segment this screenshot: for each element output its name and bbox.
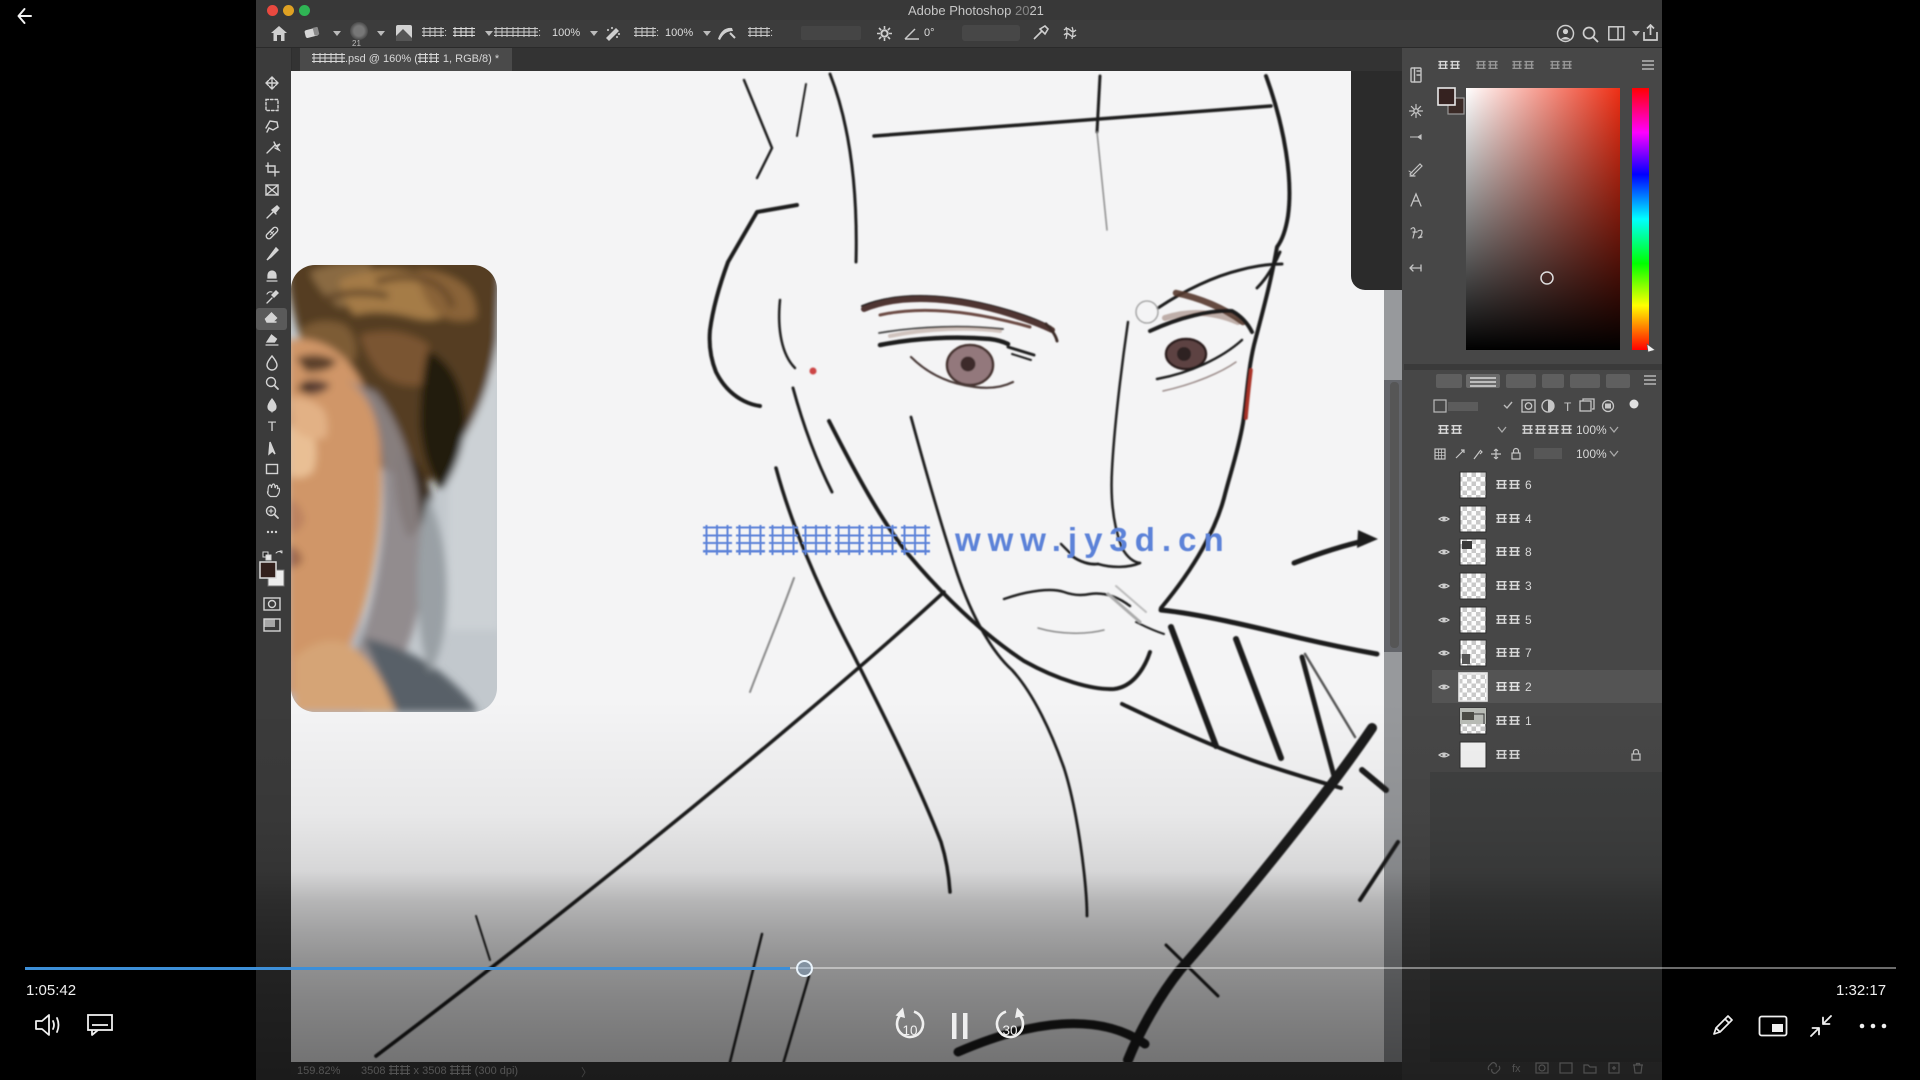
svg-text:7: 7 (1525, 646, 1532, 660)
svg-text:T: T (1564, 400, 1572, 414)
svg-text:3: 3 (1525, 579, 1532, 593)
svg-text:100%: 100% (1576, 447, 1607, 461)
svg-text:100%: 100% (1576, 423, 1607, 437)
svg-text:10: 10 (902, 1023, 917, 1038)
svg-text:30: 30 (1002, 1023, 1017, 1038)
svg-text:5: 5 (1525, 613, 1532, 627)
svg-text:4: 4 (1525, 512, 1532, 526)
svg-text:8: 8 (1525, 545, 1532, 559)
svg-text:2: 2 (1525, 680, 1532, 694)
svg-text:6: 6 (1525, 478, 1532, 492)
svg-text:T: T (268, 418, 277, 434)
